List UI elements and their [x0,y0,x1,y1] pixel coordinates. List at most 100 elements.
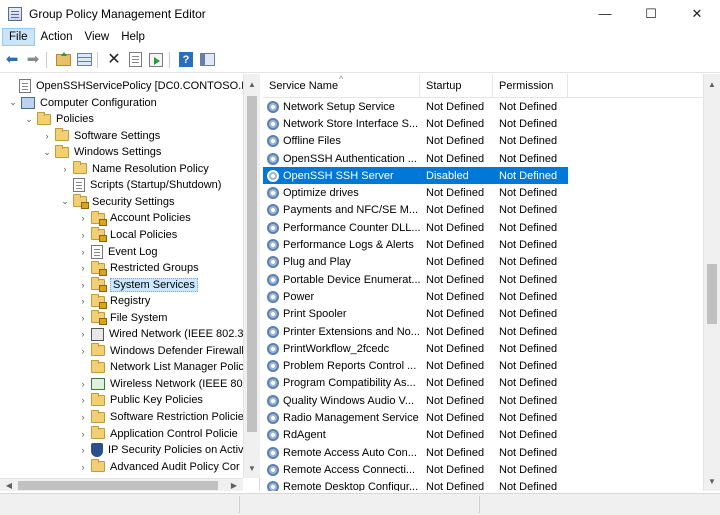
service-row[interactable]: Plug and Play Not Defined Not Defined [263,254,703,271]
tree-item[interactable]: › Name Resolution Policy [60,161,209,177]
menu-action[interactable]: Action [35,29,79,45]
tree-item[interactable]: Scripts (Startup/Shutdown) [60,177,221,193]
tree-vertical-scrollbar[interactable]: ▲ ▼ [243,74,260,478]
service-row[interactable]: Payments and NFC/SE M... Not Defined Not D… [263,202,703,219]
properties-button[interactable] [126,51,144,69]
tree-item[interactable]: › Restricted Groups [78,260,199,276]
service-row[interactable]: Remote Access Auto Con... Not Defined Not … [263,444,703,461]
tree-item[interactable]: OpenSSHServicePolicy [DC0.CONTOSO.LOCA [6,78,259,94]
tree-item[interactable]: › Software Settings [42,128,160,144]
tree-item[interactable]: › IP Security Policies on Activ [78,442,244,458]
service-row[interactable]: Printer Extensions and No... Not Defined N… [263,323,703,340]
tree-item[interactable]: › File System [78,310,167,326]
expand-chevron-icon[interactable]: › [78,412,88,422]
expand-chevron-icon[interactable]: › [78,379,88,389]
service-row[interactable]: Network Store Interface S... Not Defined N… [263,115,703,132]
expand-chevron-icon[interactable]: › [60,164,70,174]
column-header-permission[interactable]: Permission [493,74,568,98]
expand-chevron-icon[interactable]: › [78,329,88,339]
scroll-thumb[interactable] [247,96,257,432]
service-row[interactable]: OpenSSH Authentication ... Not Defined Not… [263,150,703,167]
tree-item[interactable]: › Wireless Network (IEEE 802. [78,376,252,392]
service-row[interactable]: Offline Files Not Defined Not Defined [263,133,703,150]
expand-chevron-icon[interactable]: › [78,247,88,257]
up-one-level-button[interactable] [54,51,72,69]
tree-item[interactable]: › System Services [78,277,198,293]
tree-item[interactable]: Network List Manager Polic [78,359,244,375]
service-row[interactable]: Performance Logs & Alerts Not Defined Not … [263,236,703,253]
show-action-pane-button[interactable] [198,51,216,69]
column-header-service-name[interactable]: Service Name ^ [263,74,420,98]
tree-item[interactable]: › Software Restriction Policie [78,409,244,425]
service-row[interactable]: Network Setup Service Not Defined Not Defi… [263,98,703,115]
service-row[interactable]: Problem Reports Control ... Not Defined No… [263,357,703,374]
tree-horizontal-scrollbar[interactable]: ◀ ▶ [0,478,243,491]
expand-chevron-icon[interactable]: › [78,296,88,306]
maximize-button[interactable]: ☐ [628,0,674,27]
expand-chevron-icon[interactable]: › [78,429,88,439]
expand-chevron-icon[interactable]: › [78,213,88,223]
tree-item[interactable]: › Advanced Audit Policy Cor [78,459,240,475]
service-row[interactable]: Quality Windows Audio V... Not Defined Not… [263,392,703,409]
collapse-chevron-icon[interactable]: ⌄ [60,196,70,207]
expand-chevron-icon[interactable]: › [78,313,88,323]
scroll-up-arrow-icon[interactable]: ▲ [244,76,260,92]
delete-button[interactable]: ✕ [105,51,123,69]
scroll-down-arrow-icon[interactable]: ▼ [704,473,720,489]
tree-item[interactable]: ⌄ Windows Settings [42,144,161,160]
close-button[interactable]: ✕ [674,0,720,27]
column-header-startup[interactable]: Startup [420,74,493,98]
service-row[interactable]: OpenSSH SSH Server Disabled Not Defined [263,167,703,185]
menu-file[interactable]: File [2,28,35,46]
scroll-right-arrow-icon[interactable]: ▶ [227,479,241,492]
tree-item[interactable]: ⌄ Security Settings [60,194,175,210]
expand-chevron-icon[interactable]: › [42,131,52,141]
tree-item[interactable]: › Local Policies [78,227,177,243]
scroll-down-arrow-icon[interactable]: ▼ [244,460,260,476]
service-row[interactable]: Remote Access Connecti... Not Defined Not … [263,461,703,478]
expand-chevron-icon[interactable]: › [78,346,88,356]
expand-chevron-icon[interactable]: › [78,230,88,240]
collapse-chevron-icon[interactable]: ⌄ [8,97,18,108]
back-button[interactable]: ⬅ [3,51,21,69]
service-row[interactable]: Print Spooler Not Defined Not Defined [263,306,703,323]
minimize-button[interactable]: — [582,0,628,27]
menu-help[interactable]: Help [115,29,151,45]
show-hide-tree-button[interactable] [75,51,93,69]
collapse-chevron-icon[interactable]: ⌄ [42,147,52,158]
expand-chevron-icon[interactable]: › [78,263,88,273]
scroll-up-arrow-icon[interactable]: ▲ [704,76,720,92]
scroll-thumb[interactable] [707,264,717,324]
menu-view[interactable]: View [79,29,116,45]
scroll-left-arrow-icon[interactable]: ◀ [2,479,16,492]
tree-item[interactable]: › Public Key Policies [78,392,203,408]
service-row[interactable]: Radio Management Service Not Defined Not D… [263,409,703,426]
scroll-thumb[interactable] [18,481,218,490]
service-row[interactable]: RdAgent Not Defined Not Defined [263,427,703,444]
tree-item[interactable]: ⌄ Policies [24,111,94,127]
expand-chevron-icon[interactable]: › [78,462,88,472]
service-row[interactable]: PrintWorkflow_2fcedc Not Defined Not Defin… [263,340,703,357]
tree-item[interactable]: › Windows Defender Firewall [78,343,244,359]
help-button[interactable]: ? [177,51,195,69]
export-list-button[interactable] [147,51,165,69]
expand-chevron-icon[interactable]: › [78,445,88,455]
forward-button[interactable]: ➡ [24,51,42,69]
service-row[interactable]: Optimize drives Not Defined Not Defined [263,184,703,201]
tree-item-label: Policies [56,113,94,126]
service-row[interactable]: Portable Device Enumerat... Not Defined No… [263,271,703,288]
tree-item[interactable]: › Event Log [78,244,158,260]
tree-item[interactable]: › Registry [78,293,150,309]
service-row[interactable]: Performance Counter DLL... Not Defined Not… [263,219,703,236]
service-row[interactable]: Remote Desktop Configur... Not Defined Not… [263,479,703,491]
tree-item[interactable]: › Application Control Policie [78,426,238,442]
expand-chevron-icon[interactable]: › [78,395,88,405]
expand-chevron-icon[interactable]: › [78,280,88,290]
tree-item[interactable]: ⌄ Computer Configuration [8,95,157,111]
tree-item[interactable]: › Wired Network (IEEE 802.3) [78,326,247,342]
collapse-chevron-icon[interactable]: ⌄ [24,114,34,125]
service-row[interactable]: Power Not Defined Not Defined [263,288,703,305]
service-row[interactable]: Program Compatibility As... Not Defined No… [263,375,703,392]
tree-item[interactable]: › Account Policies [78,210,191,226]
list-vertical-scrollbar[interactable]: ▲ ▼ [703,74,720,491]
